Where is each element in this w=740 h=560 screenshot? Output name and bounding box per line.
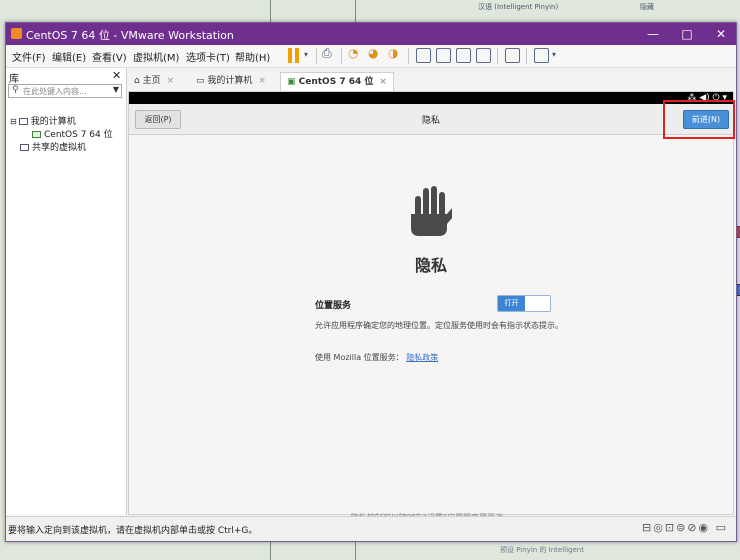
snapshot-icon[interactable]: ◔ — [348, 46, 358, 60]
tree-item-label: 共享的虚拟机 — [32, 143, 87, 153]
status-bar: 要将输入定向到该虚拟机，请在虚拟机内部单击或按 Ctrl+G。 ⊟◎⊡⊜⊘◉ ▭ — [6, 516, 736, 541]
tab-label: 我的计算机 — [207, 76, 253, 86]
library-view-icon[interactable] — [416, 48, 431, 63]
search-icon: ⚲ — [12, 85, 19, 95]
tree-item-label: CentOS 7 64 位 — [44, 130, 113, 140]
background-line — [355, 0, 356, 22]
stretch-view-icon[interactable] — [534, 48, 549, 63]
tab-centos[interactable]: ▣ CentOS 7 64 位 × — [280, 72, 394, 91]
menu-bar: 文件(F) 编辑(E) 查看(V) 虚拟机(M) 选项卡(T) 帮助(H) ▾ … — [6, 45, 736, 68]
tree-item-label: 我的计算机 — [30, 117, 76, 127]
pause-icon[interactable] — [288, 48, 292, 63]
pause-icon-bar — [295, 48, 299, 63]
console-view-icon[interactable] — [505, 48, 520, 63]
location-services-toggle[interactable]: 打开 — [497, 295, 551, 312]
maximize-button[interactable]: □ — [676, 26, 698, 42]
vmware-window: CentOS 7 64 位 - VMware Workstation — □ ✕… — [5, 22, 737, 542]
toolbar-separator — [497, 48, 498, 64]
mozilla-location-line: 使用 Mozilla 位置服务： 隐私政策 — [315, 352, 438, 363]
shared-vm-icon — [20, 144, 29, 151]
menu-tabs[interactable]: 选项卡(T) — [186, 49, 230, 64]
menu-help[interactable]: 帮助(H) — [235, 49, 270, 64]
menu-vm[interactable]: 虚拟机(M) — [133, 49, 179, 64]
library-panel: 库 ✕ ⚲ 在此处键入内容... ▼ ⊟ 我的计算机 CentOS 7 64 位 … — [6, 68, 127, 515]
collapse-icon[interactable]: ⊟ — [10, 117, 17, 126]
unity-icon[interactable] — [476, 48, 491, 63]
tree-item-shared[interactable]: 共享的虚拟机 — [20, 140, 86, 153]
background-line — [270, 540, 271, 560]
minimize-button[interactable]: — — [642, 26, 664, 42]
computer-icon — [18, 118, 28, 125]
location-services-label: 位置服务 — [315, 301, 352, 311]
toggle-on-label: 打开 — [498, 296, 525, 311]
tab-bar: ⌂ 主页 × ▭ 我的计算机 × ▣ CentOS 7 64 位 × — [128, 70, 734, 91]
menu-file[interactable]: 文件(F) — [12, 49, 46, 64]
privacy-policy-link[interactable]: 隐私政策 — [406, 353, 438, 362]
red-highlight-box — [663, 100, 735, 139]
menu-view[interactable]: 查看(V) — [92, 49, 127, 64]
status-text: 要将输入定向到该虚拟机，请在虚拟机内部单击或按 Ctrl+G。 — [8, 526, 258, 536]
tab-close-icon[interactable]: × — [167, 76, 175, 86]
toolbar-separator — [341, 48, 342, 64]
toolbar-separator — [526, 48, 527, 64]
tab-home[interactable]: ⌂ 主页 × — [128, 72, 180, 90]
library-search-placeholder: 在此处键入内容... — [23, 87, 87, 96]
background-ime-text: 汉语 (Intelligent Pinyin) — [478, 3, 559, 11]
window-title: CentOS 7 64 位 - VMware Workstation — [26, 29, 234, 42]
tab-label: 主页 — [142, 76, 161, 86]
fullscreen-icon[interactable] — [456, 48, 471, 63]
chevron-down-icon[interactable]: ▼ — [113, 85, 119, 94]
send-keys-icon[interactable]: ⎙ — [322, 46, 332, 61]
tree-item-centos[interactable]: CentOS 7 64 位 — [32, 127, 113, 140]
page-heading: 隐私 — [414, 256, 447, 275]
library-search-input[interactable]: ⚲ 在此处键入内容... ▼ — [8, 84, 122, 98]
vmware-logo-icon — [11, 28, 22, 39]
privacy-hand-icon — [411, 186, 452, 236]
chevron-down-icon[interactable]: ▾ — [552, 50, 556, 59]
device-status-icons[interactable]: ⊟◎⊡⊜⊘◉ ▭ — [642, 521, 728, 534]
vm-icon: ▣ — [287, 77, 299, 87]
snapshot-revert-icon[interactable]: ◕ — [368, 46, 378, 60]
menu-edit[interactable]: 编辑(E) — [52, 49, 86, 64]
snapshot-manager-icon[interactable]: ◑ — [388, 46, 398, 60]
toolbar-separator — [408, 48, 409, 64]
vm-icon — [32, 131, 41, 138]
library-close-icon[interactable]: ✕ — [112, 69, 121, 82]
library-title: 库 — [9, 74, 19, 85]
chevron-down-icon[interactable]: ▾ — [304, 50, 308, 59]
location-description: 允许应用程序确定您的地理位置。定位服务使用时会有指示状态提示。 — [315, 321, 563, 330]
setup-header-bar: 返回(P) 隐私 前进(N) — [129, 100, 735, 139]
header-title: 隐私 — [421, 116, 440, 126]
tree-item-my-computer[interactable]: ⊟ 我的计算机 — [10, 114, 76, 127]
home-icon: ⌂ — [134, 76, 143, 86]
background-line — [270, 0, 271, 22]
mozilla-prefix: 使用 Mozilla 位置服务： — [315, 353, 404, 362]
tab-close-icon[interactable]: × — [379, 77, 387, 87]
title-bar[interactable]: CentOS 7 64 位 - VMware Workstation — □ ✕ — [6, 23, 736, 45]
background-hide-text: 隐藏 — [640, 3, 654, 11]
tab-label: CentOS 7 64 位 — [298, 77, 374, 87]
background-bottom-text: 预设 Pinyin 的 Intelligent — [500, 546, 584, 554]
toolbar-separator — [316, 48, 317, 64]
close-button[interactable]: ✕ — [710, 26, 732, 42]
guest-screen[interactable]: ⁂ ◀) ⏻ ▾ 返回(P) 隐私 前进(N) 隐私 位置服务 打开 允许应用程… — [128, 91, 735, 522]
background-line — [355, 540, 356, 560]
computer-icon: ▭ — [196, 76, 208, 86]
gnome-top-bar: ⁂ ◀) ⏻ ▾ — [129, 92, 733, 104]
thumbnail-view-icon[interactable] — [436, 48, 451, 63]
tab-my-computer[interactable]: ▭ 我的计算机 × — [190, 72, 272, 90]
tab-close-icon[interactable]: × — [258, 76, 266, 86]
